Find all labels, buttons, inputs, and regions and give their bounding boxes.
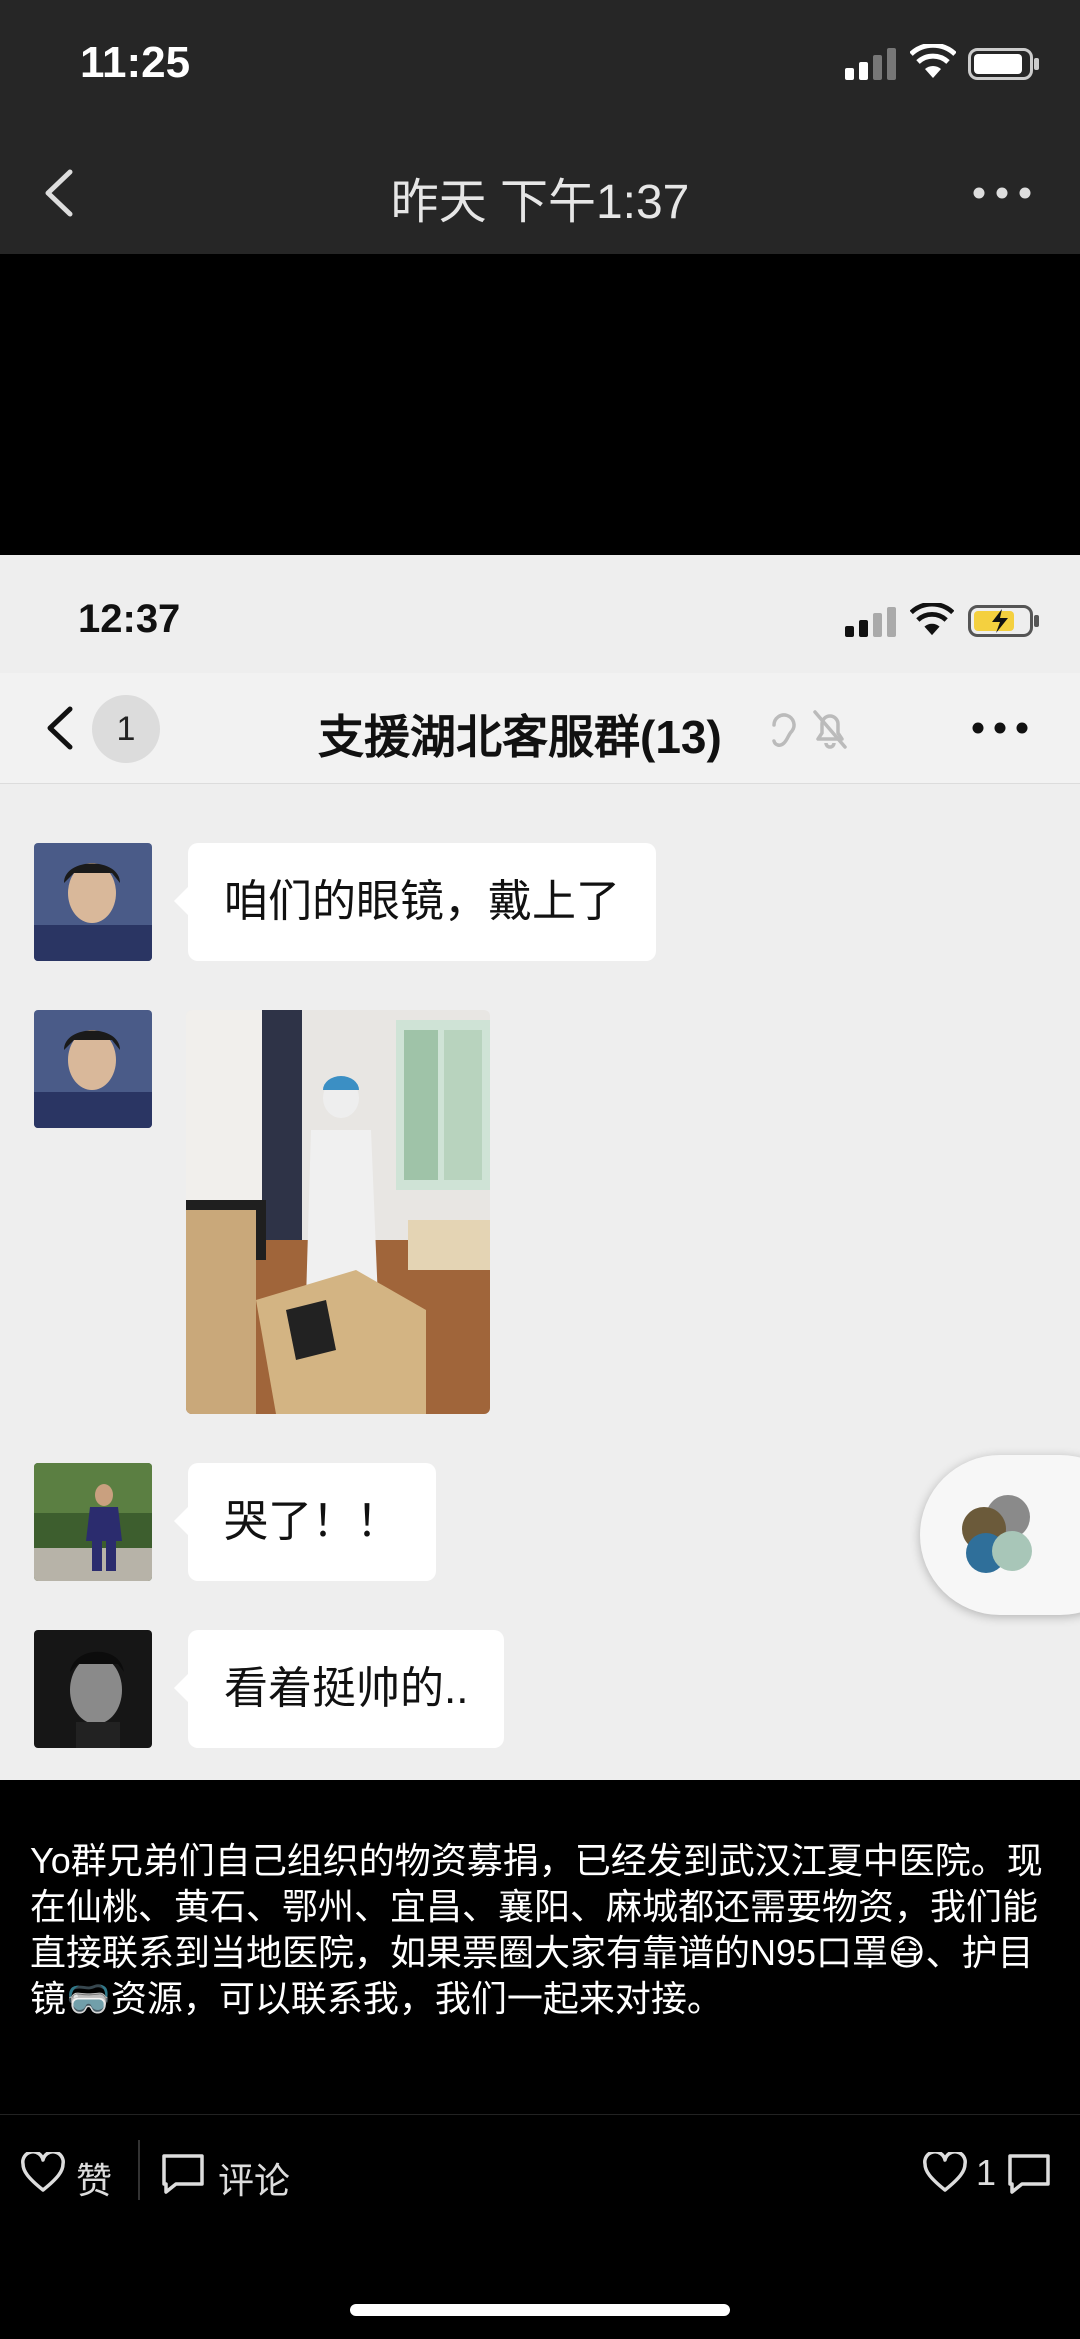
signal-icon — [845, 48, 896, 80]
message-bubble[interactable]: 看着挺帅的.. — [173, 1630, 505, 1748]
avatar[interactable] — [34, 1630, 152, 1748]
comment-icon — [1008, 2154, 1050, 2194]
avatar[interactable] — [34, 843, 152, 961]
wifi-icon — [910, 44, 956, 78]
mute-bell-icon — [813, 710, 847, 749]
action-divider — [138, 2140, 140, 2200]
chat-header: 1 支援湖北客服群(13) — [0, 673, 1080, 784]
heart-icon — [21, 2152, 65, 2192]
floating-window-icon — [962, 1495, 1032, 1573]
message-photo[interactable] — [186, 1010, 490, 1414]
status-bar: 11:25 — [0, 0, 1080, 130]
message-bubble[interactable]: 哭了！！ — [174, 1463, 436, 1581]
chat-back-icon[interactable] — [44, 705, 76, 751]
inner-signal-icon — [845, 607, 896, 637]
comment-label: 评论 — [218, 2160, 291, 2201]
status-time: 11:25 — [80, 38, 191, 87]
moment-detail-header: 昨天 下午1:37 — [0, 130, 1080, 254]
avatar[interactable] — [34, 1010, 152, 1128]
like-label: 赞 — [76, 2160, 113, 2201]
battery-icon — [968, 48, 1039, 80]
avatar[interactable] — [34, 1463, 152, 1581]
unread-badge[interactable]: 1 — [92, 695, 160, 763]
home-indicator — [350, 2304, 730, 2316]
floating-window-button[interactable] — [920, 1455, 1080, 1615]
page-title: 昨天 下午1:37 — [390, 176, 690, 229]
chat-more-icon[interactable] — [972, 721, 1028, 735]
inner-wifi-icon — [910, 603, 954, 636]
earpiece-icon — [772, 713, 796, 747]
inner-battery-charging-icon — [968, 605, 1039, 637]
comment-count-button[interactable] — [1006, 2152, 1052, 2201]
comment-icon — [162, 2154, 204, 2194]
divider — [0, 2114, 1080, 2115]
shared-screenshot[interactable]: 12:37 1 支援湖北客服群(13) 咱们的眼镜，戴上了 哭了！！ 看着挺帅的… — [0, 555, 1080, 1780]
chat-title: 支援湖北客服群(13) — [318, 711, 722, 763]
like-count: 1 — [976, 2152, 997, 2193]
post-caption: Yo群兄弟们自己组织的物资募捐，已经发到武汉江夏中医院。现在仙桃、黄石、鄂州、宜… — [30, 1840, 1043, 2019]
more-icon[interactable] — [972, 186, 1032, 200]
message-bubble[interactable]: 咱们的眼镜，戴上了 — [174, 843, 656, 961]
heart-icon — [923, 2152, 967, 2192]
inner-status-time: 12:37 — [78, 597, 181, 641]
